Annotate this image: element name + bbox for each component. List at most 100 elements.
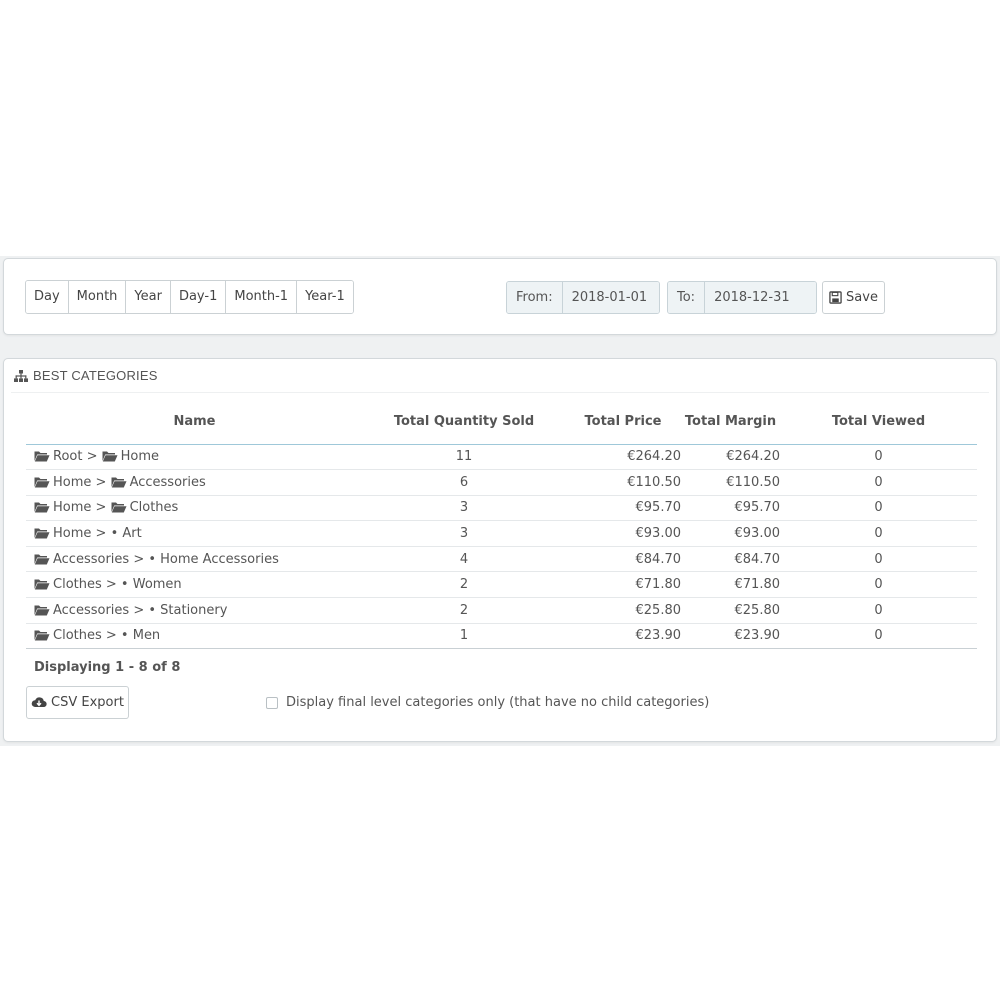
final-level-checkbox[interactable]: [266, 696, 278, 709]
cell-margin: €264.20: [681, 444, 780, 471]
cell-price: €23.90: [565, 623, 681, 650]
folder-open-icon: [34, 502, 50, 513]
category-parent: Clothes >: [53, 577, 117, 593]
folder-open-icon: [34, 477, 50, 488]
cell-viewed: 0: [780, 444, 977, 471]
cell-margin: €95.70: [681, 495, 780, 522]
save-button[interactable]: Save: [822, 281, 885, 314]
cell-qty: 2: [363, 597, 565, 624]
csv-export-button[interactable]: CSV Export: [26, 686, 129, 719]
range-button-group: Day Month Year Day-1 Month-1 Year-1: [25, 280, 354, 314]
folder-open-icon: [34, 605, 50, 616]
cell-margin: €93.00: [681, 520, 780, 547]
range-day-minus-1-button[interactable]: Day-1: [170, 281, 227, 313]
pagination-summary: Displaying 1 - 8 of 8: [34, 660, 181, 675]
cloud-download-icon: [31, 697, 47, 708]
final-level-option[interactable]: Display final level categories only (tha…: [266, 695, 709, 710]
cell-name: Root > Home: [26, 444, 363, 471]
column-header-margin[interactable]: Total Margin: [681, 414, 780, 445]
folder-open-icon: [102, 451, 118, 462]
table-row: Home > Clothes 3 €95.70 €95.70 0: [26, 495, 977, 522]
folder-open-icon: [34, 630, 50, 641]
date-from-input[interactable]: [562, 282, 659, 313]
cell-viewed: 0: [780, 623, 977, 650]
table-header-row: Name Total Quantity Sold Total Price Tot…: [26, 414, 977, 445]
table-row: Clothes > • Women 2 €71.80 €71.80 0: [26, 571, 977, 599]
folder-open-icon: [34, 579, 50, 590]
folder-open-icon: [34, 451, 50, 462]
cell-margin: €84.70: [681, 546, 780, 573]
category-parent: Home >: [53, 500, 107, 516]
category-parent: Root >: [53, 449, 98, 465]
column-header-price[interactable]: Total Price: [565, 414, 681, 445]
date-to-input[interactable]: [705, 282, 817, 313]
folder-open-icon: [34, 554, 50, 565]
cell-price: €95.70: [565, 495, 681, 522]
cell-qty: 4: [363, 546, 565, 573]
category-child: Clothes: [129, 500, 179, 516]
folder-open-icon: [111, 477, 127, 488]
cell-name: Home > • Art: [26, 520, 363, 547]
range-day-button[interactable]: Day: [26, 281, 69, 313]
cell-margin: €71.80: [681, 571, 780, 599]
save-label: Save: [846, 290, 878, 305]
table-row: Home > Accessories 6 €110.50 €110.50 0: [26, 469, 977, 496]
floppy-disk-icon: [829, 291, 842, 304]
column-header-viewed[interactable]: Total Viewed: [780, 414, 977, 445]
table-row: Accessories > • Stationery 2 €25.80 €25.80 0: [26, 597, 977, 624]
category-parent: Clothes >: [53, 628, 117, 644]
cell-margin: €23.90: [681, 623, 780, 650]
category-child: • Art: [110, 526, 142, 542]
folder-open-icon: [111, 502, 127, 513]
date-range-panel: Day Month Year Day-1 Month-1 Year-1 From…: [3, 258, 997, 335]
category-child: • Stationery: [148, 602, 228, 618]
date-to-label: To:: [668, 282, 706, 313]
category-child: • Men: [120, 628, 161, 644]
cell-price: €264.20: [565, 444, 681, 471]
category-parent: Home >: [53, 526, 107, 542]
best-categories-panel: BEST CATEGORIES Name Total Quantity Sold…: [3, 358, 997, 742]
table-row: Root > Home 11 €264.20 €264.20 0: [26, 444, 977, 471]
cell-qty: 2: [363, 571, 565, 599]
sitemap-icon: [14, 369, 28, 382]
category-parent: Accessories >: [53, 551, 145, 567]
cell-viewed: 0: [780, 495, 977, 522]
category-child: Accessories: [129, 474, 206, 490]
panel-heading: BEST CATEGORIES: [11, 359, 989, 393]
cell-name: Accessories > • Stationery: [26, 597, 363, 624]
cell-margin: €25.80: [681, 597, 780, 624]
cell-viewed: 0: [780, 520, 977, 547]
category-child: • Women: [120, 577, 182, 593]
cell-name: Accessories > • Home Accessories: [26, 546, 363, 573]
cell-viewed: 0: [780, 469, 977, 496]
column-header-name[interactable]: Name: [26, 414, 363, 445]
cell-name: Home > Accessories: [26, 469, 363, 496]
cell-viewed: 0: [780, 597, 977, 624]
range-month-button[interactable]: Month: [68, 281, 127, 313]
cell-price: €110.50: [565, 469, 681, 496]
cell-price: €25.80: [565, 597, 681, 624]
cell-price: €71.80: [565, 571, 681, 599]
cell-margin: €110.50: [681, 469, 780, 496]
column-header-qty[interactable]: Total Quantity Sold: [363, 414, 565, 445]
cell-viewed: 0: [780, 571, 977, 599]
category-child: • Home Accessories: [148, 551, 279, 567]
cell-qty: 1: [363, 623, 565, 650]
cell-qty: 11: [363, 444, 565, 471]
table-row: Home > • Art 3 €93.00 €93.00 0: [26, 520, 977, 547]
panel-title: BEST CATEGORIES: [33, 368, 158, 383]
cell-price: €93.00: [565, 520, 681, 547]
range-year-button[interactable]: Year: [126, 281, 171, 313]
folder-open-icon: [34, 528, 50, 539]
range-year-minus-1-button[interactable]: Year-1: [297, 281, 353, 313]
cell-name: Clothes > • Women: [26, 571, 363, 599]
date-from-label: From:: [507, 282, 563, 313]
cell-price: €84.70: [565, 546, 681, 573]
cell-qty: 6: [363, 469, 565, 496]
categories-table: Name Total Quantity Sold Total Price Tot…: [26, 414, 977, 650]
final-level-label: Display final level categories only (tha…: [286, 695, 710, 710]
table-row: Clothes > • Men 1 €23.90 €23.90 0: [26, 623, 977, 650]
category-parent: Home >: [53, 474, 107, 490]
range-month-minus-1-button[interactable]: Month-1: [226, 281, 298, 313]
category-child: Home: [120, 449, 160, 465]
